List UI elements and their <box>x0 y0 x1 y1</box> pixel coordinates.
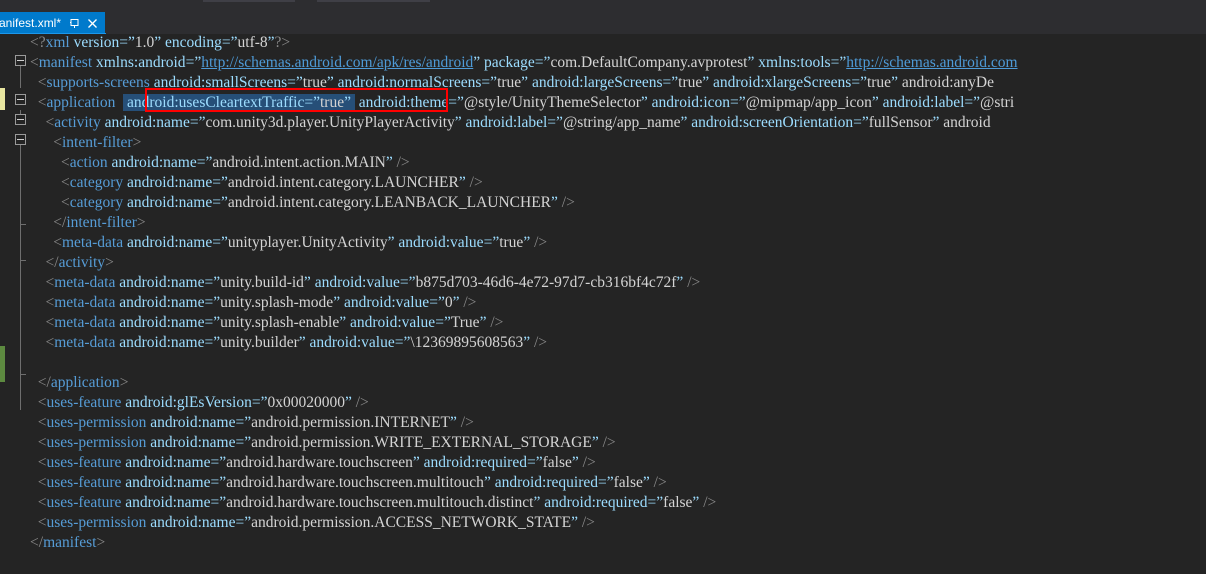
toolbar-ghost-item-2 <box>317 0 430 2</box>
code-line[interactable]: </intent-filter> <box>30 213 145 233</box>
selected-text[interactable]: android:usesCleartextTraffic=”true” <box>123 94 355 111</box>
code-line[interactable]: <meta-data android:name=”unity.build-id”… <box>30 273 701 293</box>
tab-label: anifest.xml* <box>0 16 62 30</box>
code-line[interactable]: <meta-data android:name=”unity.splash-en… <box>30 313 504 333</box>
code-line[interactable]: <uses-permission android:name=”android.p… <box>30 433 616 453</box>
code-content[interactable]: <?xml version=”1.0” encoding=”utf-8”?> <m… <box>0 34 1206 574</box>
code-line[interactable]: <meta-data android:name=”unity.builder” … <box>30 333 548 353</box>
code-line[interactable]: <manifest xmlns:android=”http://schemas.… <box>30 53 1018 73</box>
code-line[interactable]: <application android:usesCleartextTraffi… <box>30 93 1014 113</box>
code-line[interactable]: <action android:name=”android.intent.act… <box>30 153 410 173</box>
code-line[interactable]: <category android:name=”android.intent.c… <box>30 193 575 213</box>
code-line[interactable]: <uses-feature android:name=”android.hard… <box>30 493 717 513</box>
code-line[interactable]: <meta-data android:name=”unity.splash-mo… <box>30 293 477 313</box>
code-line[interactable]: <uses-permission android:name=”android.p… <box>30 413 474 433</box>
code-line[interactable]: <category android:name=”android.intent.c… <box>30 173 483 193</box>
code-line[interactable]: <meta-data android:name=”unityplayer.Uni… <box>30 233 547 253</box>
code-line[interactable]: </application> <box>30 373 129 393</box>
code-line[interactable]: <?xml version=”1.0” encoding=”utf-8”?> <box>30 34 290 53</box>
code-line[interactable]: </activity> <box>30 253 114 273</box>
code-line[interactable]: <uses-feature android:name=”android.hard… <box>30 453 596 473</box>
close-icon[interactable] <box>87 18 98 29</box>
toolbar-ghost-item-1 <box>203 0 295 2</box>
code-line[interactable]: </manifest> <box>30 533 105 553</box>
editor-body[interactable]: <?xml version=”1.0” encoding=”utf-8”?> <m… <box>0 34 1206 574</box>
pin-icon[interactable] <box>69 18 80 29</box>
tab-androidmanifest-xml[interactable]: anifest.xml* <box>0 12 106 34</box>
code-line[interactable]: <intent-filter> <box>30 133 141 153</box>
code-line[interactable]: <uses-permission android:name=”android.p… <box>30 513 595 533</box>
code-line[interactable]: <supports-screens android:smallScreens=”… <box>30 73 994 93</box>
code-line[interactable]: <uses-feature android:glEsVersion=”0x000… <box>30 393 369 413</box>
toolbar-strip <box>0 0 1206 12</box>
code-line[interactable]: <activity android:name=”com.unity3d.play… <box>30 113 991 133</box>
code-line[interactable]: <uses-feature android:name=”android.hard… <box>30 473 667 493</box>
code-editor-window: anifest.xml* <?xml version=”1.0” encodin… <box>0 0 1206 574</box>
editor-tab-bar: anifest.xml* <box>0 12 1206 34</box>
